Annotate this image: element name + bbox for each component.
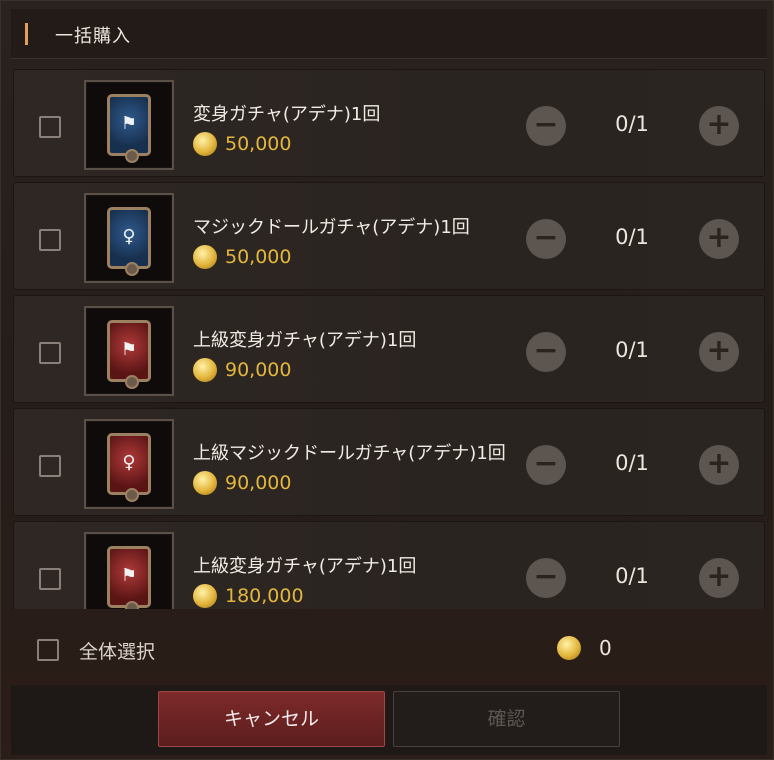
item-checkbox[interactable]: [39, 568, 61, 590]
decrease-quantity-button[interactable]: −: [526, 445, 566, 485]
item-checkbox[interactable]: [39, 229, 61, 251]
item-checkbox[interactable]: [39, 455, 61, 477]
item-thumbnail: ♀: [84, 193, 174, 283]
quantity-value: 0/1: [615, 225, 649, 249]
item-name: 変身ガチャ(アデナ)1回: [193, 104, 381, 125]
increase-quantity-button[interactable]: +: [699, 219, 739, 259]
decrease-quantity-button[interactable]: −: [526, 106, 566, 146]
minus-circle-icon: −: [533, 107, 559, 142]
increase-quantity-button[interactable]: +: [699, 558, 739, 598]
item-thumbnail: ⚑: [84, 532, 174, 609]
adena-coin-icon: [557, 636, 581, 660]
list-item: ⚑ 変身ガチャ(アデナ)1回 50,000 − 0/1 +: [13, 69, 765, 177]
item-name: 上級マジックドールガチャ(アデナ)1回: [193, 443, 506, 464]
select-all[interactable]: 全体選択: [37, 637, 155, 663]
item-price: 180,000: [193, 584, 304, 608]
adena-coin-icon: [193, 358, 217, 382]
minus-circle-icon: −: [533, 333, 559, 368]
item-thumbnail: ⚑: [84, 306, 174, 396]
transform-card-icon: ⚑: [107, 320, 151, 389]
quantity-value: 0/1: [615, 338, 649, 362]
plus-circle-icon: +: [706, 107, 732, 142]
quantity-value: 0/1: [615, 564, 649, 588]
item-price: 50,000: [193, 132, 291, 156]
page-title: 一括購入: [55, 26, 131, 47]
select-all-checkbox[interactable]: [37, 639, 59, 661]
list-item: ⚑ 上級変身ガチャ(アデナ)1回 180,000 − 0/1 +: [13, 521, 765, 609]
item-name: マジックドールガチャ(アデナ)1回: [193, 217, 470, 238]
decrease-quantity-button[interactable]: −: [526, 558, 566, 598]
plus-circle-icon: +: [706, 333, 732, 368]
list-item: ⚑ 上級変身ガチャ(アデナ)1回 90,000 − 0/1 +: [13, 295, 765, 403]
increase-quantity-button[interactable]: +: [699, 445, 739, 485]
decrease-quantity-button[interactable]: −: [526, 219, 566, 259]
minus-circle-icon: −: [533, 559, 559, 594]
confirm-button[interactable]: 確認: [393, 691, 620, 747]
item-checkbox[interactable]: [39, 116, 61, 138]
panel-header: 一括購入: [11, 9, 767, 59]
item-name: 上級変身ガチャ(アデナ)1回: [193, 330, 417, 351]
increase-quantity-button[interactable]: +: [699, 106, 739, 146]
transform-card-icon: ⚑: [107, 94, 151, 163]
adena-coin-icon: [193, 132, 217, 156]
list-item: ♀ 上級マジックドールガチャ(アデナ)1回 90,000 − 0/1 +: [13, 408, 765, 516]
list-item: ♀ マジックドールガチャ(アデナ)1回 50,000 − 0/1 +: [13, 182, 765, 290]
item-price: 50,000: [193, 245, 291, 269]
adena-coin-icon: [193, 584, 217, 608]
plus-circle-icon: +: [706, 220, 732, 255]
quantity-value: 0/1: [615, 112, 649, 136]
total-price: 0: [557, 636, 612, 660]
decrease-quantity-button[interactable]: −: [526, 332, 566, 372]
quantity-value: 0/1: [615, 451, 649, 475]
header-accent-bar: [25, 23, 28, 45]
item-name: 上級変身ガチャ(アデナ)1回: [193, 556, 417, 577]
plus-circle-icon: +: [706, 446, 732, 481]
increase-quantity-button[interactable]: +: [699, 332, 739, 372]
adena-coin-icon: [193, 471, 217, 495]
item-price: 90,000: [193, 471, 291, 495]
magic-doll-card-icon: ♀: [107, 207, 151, 276]
minus-circle-icon: −: [533, 446, 559, 481]
button-bar: [11, 685, 767, 755]
adena-coin-icon: [193, 245, 217, 269]
select-all-label: 全体選択: [79, 640, 156, 663]
item-checkbox[interactable]: [39, 342, 61, 364]
item-thumbnail: ♀: [84, 419, 174, 509]
magic-doll-card-icon: ♀: [107, 433, 151, 502]
total-value: 0: [599, 636, 612, 660]
item-thumbnail: ⚑: [84, 80, 174, 170]
item-list[interactable]: ⚑ 変身ガチャ(アデナ)1回 50,000 − 0/1 + ♀ マジックドールガ…: [13, 69, 765, 609]
transform-card-icon: ⚑: [107, 546, 151, 609]
bulk-purchase-panel: 一括購入 ⚑ 変身ガチャ(アデナ)1回 50,000 − 0/1 + ♀ マジッ…: [0, 0, 774, 760]
item-price: 90,000: [193, 358, 291, 382]
cancel-button[interactable]: キャンセル: [158, 691, 385, 747]
minus-circle-icon: −: [533, 220, 559, 255]
plus-circle-icon: +: [706, 559, 732, 594]
